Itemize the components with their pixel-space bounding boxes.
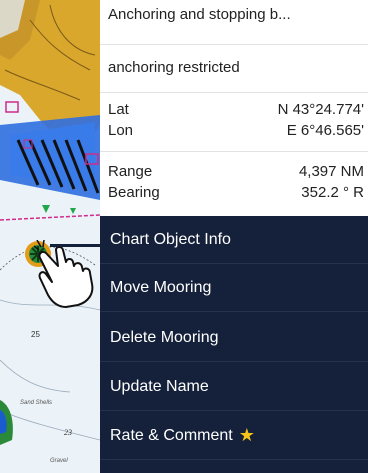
- menu-item-label: Move Mooring: [110, 278, 212, 296]
- divider: [100, 92, 368, 93]
- range-value: 4,397 NM: [298, 163, 364, 180]
- menu-item-chart-object-info[interactable]: Chart Object Info: [100, 216, 368, 264]
- menu-item-label: Chart Object Info: [110, 230, 231, 248]
- callout-pointer: [50, 244, 102, 247]
- menu-item-label: Delete Mooring: [110, 328, 219, 346]
- divider: [100, 151, 368, 152]
- lat-value: N 43°24.774': [277, 101, 364, 118]
- menu-item-move-mooring[interactable]: Move Mooring: [100, 264, 368, 312]
- menu-item-label: Update Name: [110, 377, 209, 395]
- range-label: Range: [108, 163, 153, 180]
- menu-item-update-name[interactable]: Update Name: [100, 363, 368, 411]
- object-title: Anchoring and stopping b...: [108, 6, 291, 23]
- lat-label: Lat: [108, 101, 129, 118]
- lon-label: Lon: [108, 122, 134, 139]
- object-subtitle: anchoring restricted: [108, 59, 240, 76]
- seabed-label-sand-shells: Sand Shells: [20, 400, 53, 406]
- star-icon: ★: [238, 425, 255, 445]
- menu-item-label: Rate & Comment: [110, 426, 233, 444]
- context-panel: Anchoring and stopping b... anchoring re…: [100, 0, 368, 473]
- depth-label-25: 25: [31, 330, 40, 339]
- depth-label-23: 23: [64, 428, 72, 437]
- menu-item-delete-mooring[interactable]: Delete Mooring: [100, 314, 368, 362]
- hand-pointer-icon: [33, 239, 106, 310]
- context-menu: Chart Object Info Move Mooring Delete Mo…: [100, 216, 368, 473]
- object-info-card: Anchoring and stopping b... anchoring re…: [100, 0, 368, 216]
- divider: [100, 44, 368, 45]
- lon-value: E 6°46.565': [286, 122, 364, 139]
- bearing-label: Bearing: [108, 184, 160, 201]
- seabed-label-gravel: Gravel: [50, 458, 68, 464]
- menu-item-rate-comment[interactable]: Rate & Comment ★: [100, 412, 368, 460]
- bearing-value: 352.2 ° R: [301, 184, 364, 201]
